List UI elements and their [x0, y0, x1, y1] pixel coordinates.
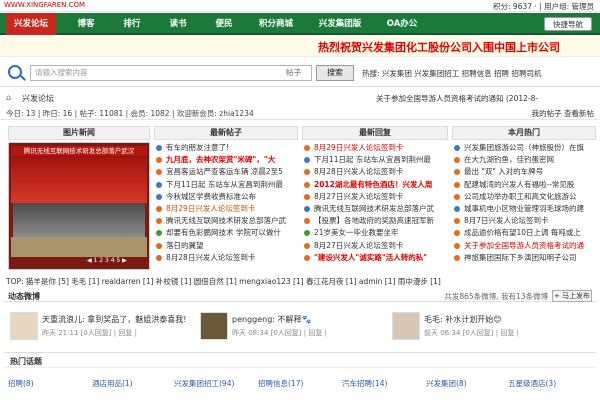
- list-item[interactable]: 下月11日起 东站车从宜昌到荆州最: [156, 179, 298, 191]
- nav-item-service[interactable]: 便民: [204, 13, 244, 35]
- search-type-select[interactable]: 帖子: [286, 65, 312, 81]
- hot-tag[interactable]: 酒店用品(1): [92, 378, 133, 389]
- list-item[interactable]: 神旅集团国际下乡演团知明子公司: [454, 252, 596, 264]
- list-item[interactable]: 8月7日兴发人论坛签到卡: [454, 215, 596, 227]
- post-weibo-button[interactable]: + 马上发布: [552, 290, 592, 302]
- banner-text: 热烈祝贺兴发集团化工股份公司入围中国上市公司: [318, 41, 560, 54]
- hot-month-list: 兴发集团旅游公司（神旅股份）在旗 在大九湖钓鱼，佳钓蛋密网 最出 "双" 入对的车牌…: [454, 142, 596, 264]
- hot-tag[interactable]: 五星级酒店(3): [508, 378, 556, 389]
- list-item[interactable]: 【投票】各地政府的奖励高速冠军新: [304, 215, 448, 227]
- weibo-meta[interactable]: 昨天 21:11 [0人回复] | 回复 |: [42, 328, 137, 338]
- list-item[interactable]: 2012湖北最有特色酒店！兴发人周: [304, 179, 448, 191]
- breadcrumb-forum[interactable]: 兴发论坛: [22, 93, 54, 104]
- nav-item-forum[interactable]: 兴发论坛: [6, 13, 56, 35]
- weibo-count: 共发865条微博, 我有13条微博: [444, 292, 548, 301]
- list-item[interactable]: 关于参加全国导游人员资格考试的通: [454, 240, 596, 252]
- weibo-text[interactable]: 毛毛: 补水计划开始😊: [424, 314, 502, 325]
- list-item[interactable]: 8月28日兴发人论坛签到卡: [304, 166, 448, 178]
- list-item[interactable]: 8月28日兴发人论坛签到卡: [156, 252, 298, 264]
- nav-item-rank[interactable]: 排行: [112, 13, 152, 35]
- hot-tag[interactable]: 兴发集团招工(94): [174, 378, 234, 389]
- weibo-section-header: 动态微博 共发865条微博, 我有13条微博 + 马上发布: [4, 290, 596, 302]
- nav-item-group[interactable]: 兴发集团版: [308, 13, 372, 35]
- hot-tag[interactable]: 招聘(8): [8, 378, 34, 389]
- weibo-text[interactable]: 天重流浪儿: 拿到奖品了，魅姐洪泰喜我!: [42, 314, 186, 325]
- nav-item-blog[interactable]: 博客: [66, 13, 106, 35]
- col-head-photo: 图片新闻: [8, 126, 150, 140]
- weibo-meta[interactable]: 昨天 08:34 [0人回复] | 回复 |: [232, 328, 327, 338]
- list-item[interactable]: 宜昌客运站严查客运车辆 凉晨2至5: [156, 166, 298, 178]
- main-nav: 兴发论坛 博客 排行 读书 便民 积分商城 兴发集团版 OA办公 快捷导航: [0, 13, 600, 35]
- list-item[interactable]: 公司成功举办职工和高文化旅游公: [454, 191, 596, 203]
- photo-news[interactable]: 腾讯无线互联网技术研发总部落户武汉 ◀ 1 2 3 4 5 ▶: [8, 142, 150, 270]
- search-input[interactable]: 请输入搜索内容: [30, 65, 312, 81]
- list-item[interactable]: 最出 "双" 入对的车牌号: [454, 166, 596, 178]
- section-title: 动态微博: [8, 292, 40, 301]
- quick-nav-button[interactable]: 快捷导航: [544, 17, 592, 31]
- avatar[interactable]: [200, 312, 228, 340]
- breadcrumb: ⌂ 兴发论坛 关于参加全国导游人员资格考试的通知 (2012-8-: [0, 91, 600, 105]
- list-item[interactable]: 却要有色彩鹏网技术 学院可以做什: [156, 227, 298, 239]
- search-icon: [8, 65, 22, 79]
- hot-tag[interactable]: 汽车招聘(14): [342, 378, 387, 389]
- list-item[interactable]: 成品逾价格有望10日上调 每吨或上: [454, 227, 596, 239]
- col-head-hot: 本月热门: [452, 126, 596, 140]
- stats-text: 今日: 13 | 昨日: 16 | 帖子: 11081 | 会员: 1082 |…: [6, 109, 254, 118]
- search-button[interactable]: 搜索: [316, 65, 354, 81]
- hot-tags: 招聘(8) 酒店用品(1) 兴发集团招工(94) 招聘信息(17) 汽车招聘(1…: [8, 378, 600, 392]
- latest-posts-list: 有车的朋友注意了! 九月底，去神农架赏"米碑"，"大 宜昌客运站严查客运车辆 凉晨2…: [156, 142, 298, 264]
- hot-search[interactable]: 热搜: 兴发集团 兴发集团招工 招聘信息 招聘 招聘司机: [362, 68, 541, 79]
- list-item[interactable]: 九月底，去神农架赏"米碑"，"大: [156, 154, 298, 166]
- search-bar: 请输入搜索内容 帖子 搜索 热搜: 兴发集团 兴发集团招工 招聘信息 招聘 招聘…: [0, 59, 600, 87]
- weibo-item: penggeng: 不解释🐾 昨天 08:34 [0人回复] | 回复 |: [200, 310, 400, 346]
- list-item[interactable]: 落日的翼望: [156, 240, 298, 252]
- top-info-bar: WWW.XINGFAREN.COM 积分: 9637 · | 用户组: 管理员: [0, 0, 600, 12]
- latest-replies-list: 8月29日兴发人论坛签到卡 下月11日起 东站车从宜昌到荆州最 8月28日兴发人论坛…: [304, 142, 448, 264]
- list-item[interactable]: 腾讯无线互联网技术研发总部落户武: [304, 203, 448, 215]
- hot-topics-title: 热门话题: [10, 357, 42, 366]
- list-item[interactable]: 8月29日兴发人论坛签到卡: [156, 203, 298, 215]
- banner: 热烈祝贺兴发集团化工股份公司入围中国上市公司: [0, 37, 600, 57]
- hot-tag[interactable]: 兴发集团(8): [426, 378, 467, 389]
- list-item[interactable]: 今秋城区学费收费标准公布: [156, 191, 298, 203]
- col-head-replies: 最新回复: [302, 126, 448, 140]
- my-posts-links[interactable]: 我的帖子 查看新帖: [532, 108, 594, 119]
- weibo-item: 毛毛: 补水计划开始😊 前天 06:34 [0人回复] | 回复 |: [392, 310, 592, 346]
- list-item[interactable]: 有车的朋友注意了!: [156, 142, 298, 154]
- avatar[interactable]: [392, 312, 420, 340]
- photo-stage: [11, 157, 147, 203]
- list-item[interactable]: 8月27日兴发人论坛签到卡: [304, 191, 448, 203]
- nav-item-shop[interactable]: 积分商城: [250, 13, 302, 35]
- avatar[interactable]: [10, 312, 38, 340]
- user-info[interactable]: 积分: 9637 · | 用户组: 管理员: [493, 1, 594, 12]
- nav-item-oa[interactable]: OA办公: [378, 13, 426, 35]
- list-item[interactable]: 兴发集团旅游公司（神旅股份）在旗: [454, 142, 596, 154]
- top-users[interactable]: TOP: 猫羊是你 [5] 毛毛 [1] realdarren [1] 补校镜 …: [6, 276, 441, 287]
- list-item[interactable]: 在大九湖钓鱼，佳钓蛋密网: [454, 154, 596, 166]
- home-icon[interactable]: ⌂: [6, 93, 11, 102]
- list-item[interactable]: 腾讯无线互联网技术研发总部落户武: [156, 215, 298, 227]
- photo-people: [13, 203, 145, 237]
- weibo-meta[interactable]: 前天 06:34 [0人回复] | 回复 |: [424, 328, 519, 338]
- photo-controls[interactable]: ◀ 1 2 3 4 5 ▶: [87, 257, 127, 264]
- photo-caption: 腾讯无线互联网技术研发总部落户武汉: [11, 146, 147, 156]
- nav-item-read[interactable]: 读书: [158, 13, 198, 35]
- notice-link[interactable]: 关于参加全国导游人员资格考试的通知 (2012-8-: [376, 93, 538, 104]
- list-item[interactable]: 8月29日兴发人论坛签到卡: [304, 142, 448, 154]
- col-head-latest: 最新帖子: [154, 126, 298, 140]
- list-item[interactable]: 8月27日兴发人论坛签到卡: [304, 240, 448, 252]
- hot-topics-header: 热门话题: [4, 352, 596, 368]
- list-item[interactable]: 配建城湾的兴发人有福啦--常见股: [454, 179, 596, 191]
- hot-tag[interactable]: 招聘信息(17): [258, 378, 303, 389]
- weibo-item: 天重流浪儿: 拿到奖品了，魅姐洪泰喜我! 昨天 21:11 [0人回复] | 回…: [10, 310, 200, 346]
- photo-ground: [11, 237, 147, 257]
- list-item[interactable]: 城事机电小区物业管理羽毛球场的建: [454, 203, 596, 215]
- list-item[interactable]: 下月11日起 东站车从宜昌到荆州最: [304, 154, 448, 166]
- list-item[interactable]: 21岁美女一毕业教要坐牢: [304, 227, 448, 239]
- site-url: WWW.XINGFAREN.COM: [4, 1, 86, 9]
- forum-stats: 今日: 13 | 昨日: 16 | 帖子: 11081 | 会员: 1082 |…: [0, 106, 600, 120]
- list-item[interactable]: "建设兴发人"诚实路"活人转的私": [304, 252, 448, 264]
- weibo-text[interactable]: penggeng: 不解释🐾: [232, 314, 312, 325]
